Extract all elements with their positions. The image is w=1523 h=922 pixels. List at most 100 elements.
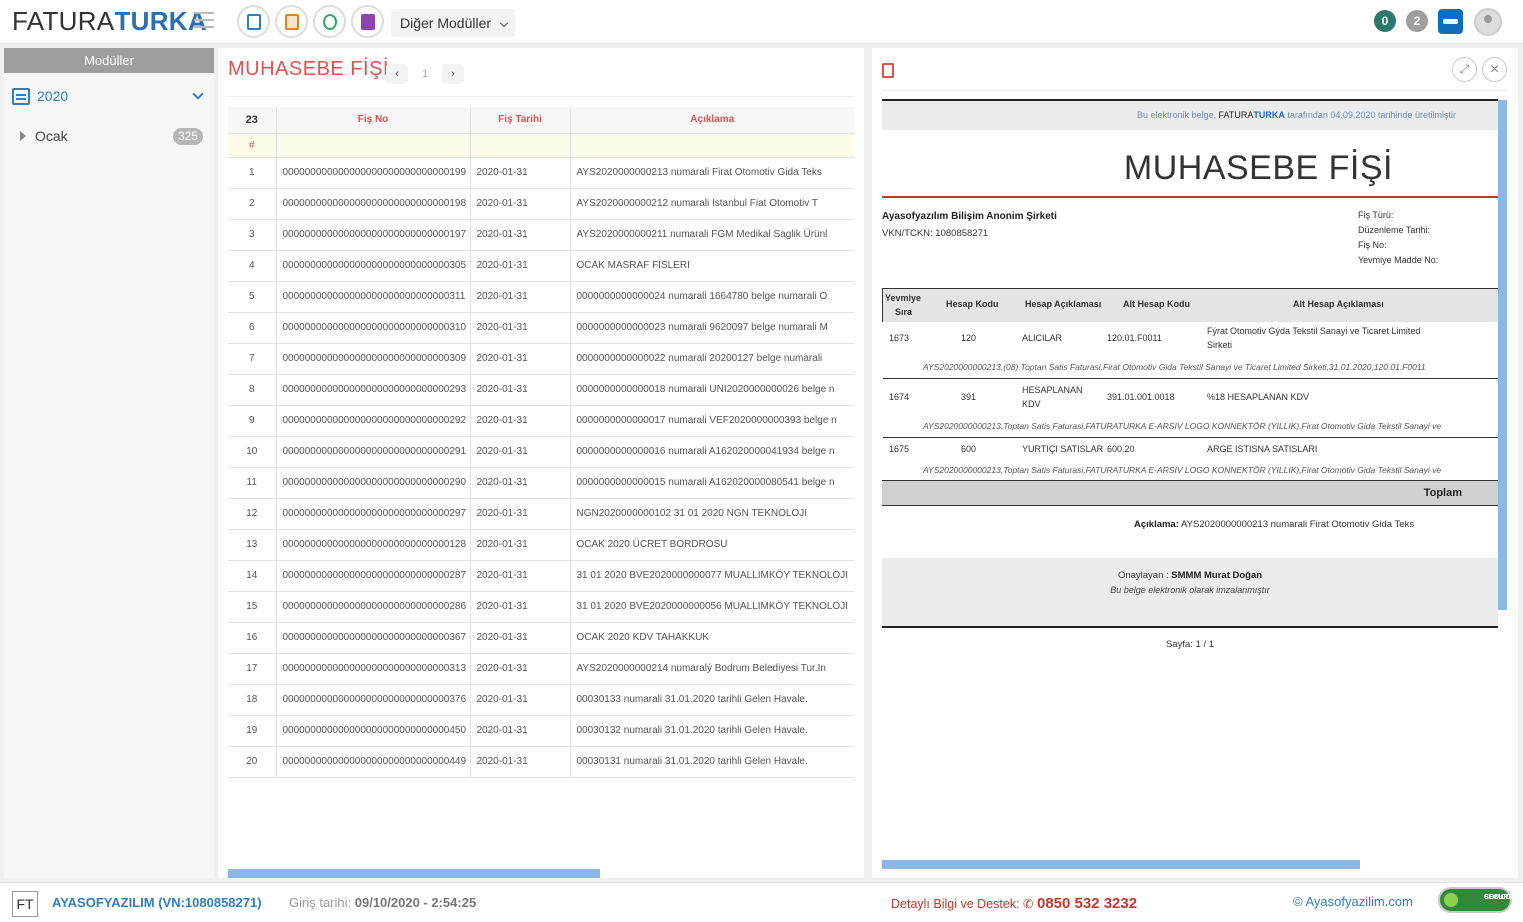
fis-tarihi-cell: 2020-01-31 — [470, 591, 571, 623]
horizontal-scrollbar[interactable] — [228, 869, 600, 878]
invoice-icon — [284, 13, 299, 30]
header-alt-hesap-kodu: Alt Hesap Kodu — [1123, 299, 1191, 309]
book-icon — [360, 13, 375, 30]
aciklama-cell: AYS2020000000213 numarali Firat Otomotiv… — [570, 157, 854, 189]
column-header-fis-no[interactable]: Fiş No — [276, 107, 471, 134]
document-banner: Bu elektronik belge, FATURATURKA tarafın… — [882, 101, 1498, 130]
table-row[interactable]: 18 000000000000000000000000000000376 2020-… — [228, 684, 854, 716]
row-number: 19 — [228, 715, 277, 747]
aciklama-cell: 0000000000000023 numarali 9620097 belge … — [570, 312, 854, 344]
copyright-link[interactable]: © Ayasofyazilim.com — [1293, 894, 1413, 909]
table-row[interactable]: 6 000000000000000000000000000000310 2020-0… — [228, 312, 854, 344]
message-badge[interactable]: 2 — [1406, 10, 1428, 32]
invoice-module-button[interactable] — [275, 5, 308, 38]
app-logo[interactable]: FATURATURKA — [12, 6, 207, 37]
fis-no-cell: 000000000000000000000000000000311 — [276, 281, 471, 313]
ft-logo: FT — [12, 891, 38, 917]
table-row[interactable]: 15 000000000000000000000000000000286 2020-… — [228, 591, 854, 623]
fis-tarihi-cell: 2020-01-31 — [470, 374, 571, 406]
filter-aciklama[interactable] — [570, 133, 854, 158]
filter-fis-no[interactable] — [276, 133, 471, 158]
fis-no-cell: 000000000000000000000000000000286 — [276, 591, 471, 623]
document-module-button[interactable] — [237, 5, 270, 38]
signature-note: Bu belge elektronik olarak imzalanmıştır — [1110, 585, 1270, 595]
table-row[interactable]: 1 000000000000000000000000000000199 2020-0… — [228, 157, 854, 189]
network-module-button[interactable] — [313, 5, 346, 38]
table-row[interactable]: 5 000000000000000000000000000000311 2020-0… — [228, 281, 854, 313]
app-window: FATURATURKA Diğer Modüller 0 2 Modüller … — [0, 0, 1523, 922]
table-row[interactable]: 11 000000000000000000000000000000290 2020-… — [228, 467, 854, 499]
sidebar-title: Modüller — [4, 48, 214, 73]
header-hesap-aciklamasi: Hesap Açıklaması — [1025, 299, 1102, 309]
voucher-list-panel: MUHASEBE FİŞİ ‹ 1 › 23 Fiş No Fiş Tarihi… — [218, 48, 864, 878]
row-number: 11 — [228, 467, 277, 499]
table-row[interactable]: 20 000000000000000000000000000000449 2020-… — [228, 746, 854, 778]
table-row[interactable]: 13 000000000000000000000000000000128 2020-… — [228, 529, 854, 561]
filter-fis-tarihi[interactable] — [470, 133, 571, 158]
chevron-down-icon — [192, 88, 204, 100]
sidebar: Modüller 2020 Ocak 325 — [4, 48, 214, 878]
close-icon[interactable]: ✕ — [1482, 57, 1507, 82]
year-selector[interactable]: 2020 — [12, 88, 212, 108]
menu-toggle-icon[interactable] — [194, 12, 214, 28]
table-row[interactable]: 2 000000000000000000000000000000198 2020-0… — [228, 188, 854, 220]
fis-tarihi-cell: 2020-01-31 — [470, 715, 571, 747]
login-time: Giriş tarihi: 09/10/2020 - 2:54:25 — [289, 895, 477, 910]
row-number: 10 — [228, 436, 277, 468]
divider — [882, 90, 1508, 91]
aciklama-cell: OCAK MASRAF FISLERI — [570, 250, 854, 282]
next-page-button[interactable]: › — [442, 64, 464, 84]
row-number: 3 — [228, 219, 277, 251]
fis-tarihi-cell: 2020-01-31 — [470, 560, 571, 592]
row-number: 17 — [228, 653, 277, 685]
notification-badge[interactable]: 0 — [1374, 10, 1396, 32]
document-icon — [246, 13, 261, 30]
aciklama-cell: 00030133 numarali 31.01.2020 tarihli Gel… — [570, 684, 854, 716]
row-count: 23 — [228, 107, 277, 134]
teamviewer-icon[interactable] — [1438, 9, 1463, 34]
comodo-secure-badge: COMODO SECURE — [1438, 887, 1516, 913]
table-row[interactable]: 12 000000000000000000000000000000297 2020-… — [228, 498, 854, 530]
table-row[interactable]: 19 000000000000000000000000000000450 2020-… — [228, 715, 854, 747]
current-page[interactable]: 1 — [414, 64, 436, 84]
fis-no-cell: 000000000000000000000000000000297 — [276, 498, 471, 530]
fis-no-cell: 000000000000000000000000000000198 — [276, 188, 471, 220]
prev-page-button[interactable]: ‹ — [386, 64, 408, 84]
table-row[interactable]: 7 000000000000000000000000000000309 2020-0… — [228, 343, 854, 375]
column-header-aciklama[interactable]: Açıklama — [570, 107, 854, 134]
total-row: Toplam — [882, 480, 1498, 506]
table-row[interactable]: 10 000000000000000000000000000000291 2020-… — [228, 436, 854, 468]
other-modules-dropdown[interactable]: Diğer Modüller — [391, 9, 515, 37]
fis-tarihi-cell: 2020-01-31 — [470, 746, 571, 778]
table-row[interactable]: 14 000000000000000000000000000000287 2020-… — [228, 560, 854, 592]
divider — [228, 96, 854, 97]
table-row[interactable]: 3 000000000000000000000000000000197 2020-0… — [228, 219, 854, 251]
footer-company[interactable]: AYASOFYAZILIM (VN:1080858271) — [52, 895, 262, 910]
column-header-fis-tarihi[interactable]: Fiş Tarihi — [470, 107, 571, 134]
aciklama-cell: 31 01 2020 BVE2020000000077 MUALLIMKÖY T… — [570, 560, 854, 592]
expand-icon[interactable]: ⤢ — [1452, 57, 1477, 82]
book-module-button[interactable] — [351, 5, 384, 38]
fis-tarihi-cell: 2020-01-31 — [470, 436, 571, 468]
fis-tarihi-cell: 2020-01-31 — [470, 188, 571, 220]
fis-no-cell: 000000000000000000000000000000291 — [276, 436, 471, 468]
lines-header: Yevmiye Sıra Hesap Kodu Hesap Açıklaması… — [883, 289, 1498, 322]
fis-no-cell: 000000000000000000000000000000450 — [276, 715, 471, 747]
row-number: 4 — [228, 250, 277, 282]
vertical-scrollbar[interactable] — [1498, 100, 1507, 610]
table-row[interactable]: 16 000000000000000000000000000000367 2020-… — [228, 622, 854, 654]
table-row[interactable]: 8 000000000000000000000000000000293 2020-0… — [228, 374, 854, 406]
table-row[interactable]: 9 000000000000000000000000000000292 2020-0… — [228, 405, 854, 437]
horizontal-scrollbar[interactable] — [882, 860, 1360, 869]
fis-no-cell: 000000000000000000000000000000293 — [276, 374, 471, 406]
table-row[interactable]: 17 000000000000000000000000000000313 2020-… — [228, 653, 854, 685]
fis-no-cell: 000000000000000000000000000000309 — [276, 343, 471, 375]
header-sira: Sıra — [895, 307, 913, 317]
fis-no-cell: 000000000000000000000000000000376 — [276, 684, 471, 716]
table-row[interactable]: 4 000000000000000000000000000000305 2020-0… — [228, 250, 854, 282]
user-avatar[interactable] — [1474, 8, 1502, 36]
meta-duzenleme-tarihi: Düzenleme Tarihi: — [1358, 225, 1430, 235]
sidebar-item-ocak[interactable]: Ocak 325 — [20, 128, 206, 148]
fis-tarihi-cell: 2020-01-31 — [470, 219, 571, 251]
voucher-lines-table: Yevmiye Sıra Hesap Kodu Hesap Açıklaması… — [882, 288, 1498, 475]
